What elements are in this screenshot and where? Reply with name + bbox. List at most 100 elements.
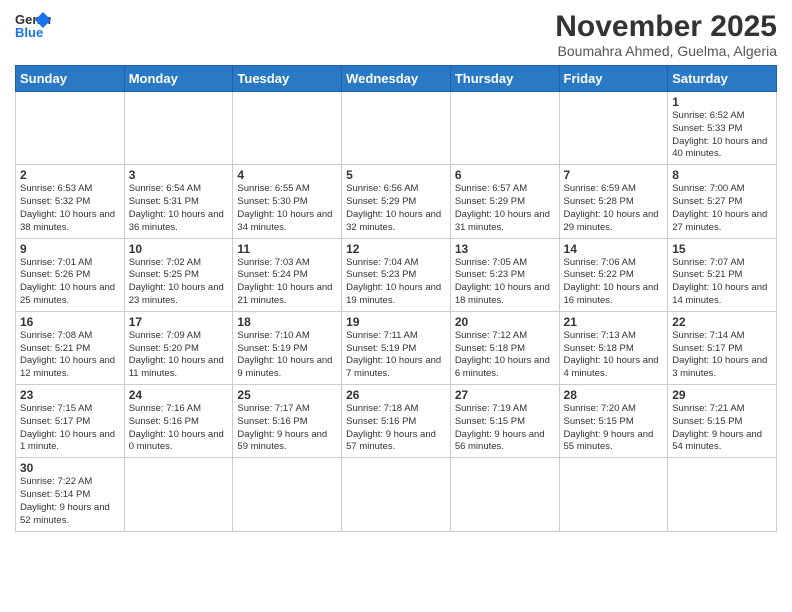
logo: General Blue [15,10,51,40]
calendar-cell: 1Sunrise: 6:52 AM Sunset: 5:33 PM Daylig… [668,92,777,165]
day-number: 24 [129,388,229,402]
day-info: Sunrise: 7:18 AM Sunset: 5:16 PM Dayligh… [346,403,446,454]
calendar-cell: 17Sunrise: 7:09 AM Sunset: 5:20 PM Dayli… [124,311,233,384]
calendar-cell [559,458,668,531]
logo-icon: General Blue [15,10,51,40]
day-number: 13 [455,242,555,256]
calendar-cell: 2Sunrise: 6:53 AM Sunset: 5:32 PM Daylig… [16,165,125,238]
day-number: 8 [672,168,772,182]
day-info: Sunrise: 6:53 AM Sunset: 5:32 PM Dayligh… [20,183,120,234]
calendar-cell: 10Sunrise: 7:02 AM Sunset: 5:25 PM Dayli… [124,238,233,311]
calendar-cell: 27Sunrise: 7:19 AM Sunset: 5:15 PM Dayli… [450,385,559,458]
calendar-week-4: 23Sunrise: 7:15 AM Sunset: 5:17 PM Dayli… [16,385,777,458]
calendar-cell [124,92,233,165]
day-number: 23 [20,388,120,402]
calendar-week-0: 1Sunrise: 6:52 AM Sunset: 5:33 PM Daylig… [16,92,777,165]
day-number: 2 [20,168,120,182]
day-number: 21 [564,315,664,329]
day-info: Sunrise: 6:57 AM Sunset: 5:29 PM Dayligh… [455,183,555,234]
calendar-cell: 7Sunrise: 6:59 AM Sunset: 5:28 PM Daylig… [559,165,668,238]
day-info: Sunrise: 7:03 AM Sunset: 5:24 PM Dayligh… [237,257,337,308]
day-info: Sunrise: 7:14 AM Sunset: 5:17 PM Dayligh… [672,330,772,381]
day-number: 22 [672,315,772,329]
calendar-cell: 8Sunrise: 7:00 AM Sunset: 5:27 PM Daylig… [668,165,777,238]
calendar-cell [668,458,777,531]
calendar-week-1: 2Sunrise: 6:53 AM Sunset: 5:32 PM Daylig… [16,165,777,238]
calendar-cell [124,458,233,531]
calendar-cell: 3Sunrise: 6:54 AM Sunset: 5:31 PM Daylig… [124,165,233,238]
calendar-cell: 26Sunrise: 7:18 AM Sunset: 5:16 PM Dayli… [342,385,451,458]
day-info: Sunrise: 7:22 AM Sunset: 5:14 PM Dayligh… [20,476,120,527]
day-number: 15 [672,242,772,256]
day-header-friday: Friday [559,66,668,92]
calendar-cell: 28Sunrise: 7:20 AM Sunset: 5:15 PM Dayli… [559,385,668,458]
calendar-cell: 21Sunrise: 7:13 AM Sunset: 5:18 PM Dayli… [559,311,668,384]
calendar-cell: 22Sunrise: 7:14 AM Sunset: 5:17 PM Dayli… [668,311,777,384]
title-area: November 2025 Boumahra Ahmed, Guelma, Al… [555,10,777,59]
day-number: 14 [564,242,664,256]
calendar-cell [16,92,125,165]
calendar-week-2: 9Sunrise: 7:01 AM Sunset: 5:26 PM Daylig… [16,238,777,311]
day-info: Sunrise: 7:17 AM Sunset: 5:16 PM Dayligh… [237,403,337,454]
calendar-header-row: SundayMondayTuesdayWednesdayThursdayFrid… [16,66,777,92]
day-info: Sunrise: 7:00 AM Sunset: 5:27 PM Dayligh… [672,183,772,234]
day-number: 25 [237,388,337,402]
calendar-week-5: 30Sunrise: 7:22 AM Sunset: 5:14 PM Dayli… [16,458,777,531]
day-number: 20 [455,315,555,329]
day-number: 9 [20,242,120,256]
calendar-cell: 13Sunrise: 7:05 AM Sunset: 5:23 PM Dayli… [450,238,559,311]
day-number: 29 [672,388,772,402]
day-info: Sunrise: 7:06 AM Sunset: 5:22 PM Dayligh… [564,257,664,308]
calendar-cell: 29Sunrise: 7:21 AM Sunset: 5:15 PM Dayli… [668,385,777,458]
day-info: Sunrise: 6:55 AM Sunset: 5:30 PM Dayligh… [237,183,337,234]
day-info: Sunrise: 6:54 AM Sunset: 5:31 PM Dayligh… [129,183,229,234]
calendar-cell [342,458,451,531]
calendar-cell: 30Sunrise: 7:22 AM Sunset: 5:14 PM Dayli… [16,458,125,531]
calendar-week-3: 16Sunrise: 7:08 AM Sunset: 5:21 PM Dayli… [16,311,777,384]
day-number: 4 [237,168,337,182]
calendar-cell: 6Sunrise: 6:57 AM Sunset: 5:29 PM Daylig… [450,165,559,238]
calendar-cell: 19Sunrise: 7:11 AM Sunset: 5:19 PM Dayli… [342,311,451,384]
calendar-cell: 20Sunrise: 7:12 AM Sunset: 5:18 PM Dayli… [450,311,559,384]
day-info: Sunrise: 7:08 AM Sunset: 5:21 PM Dayligh… [20,330,120,381]
day-header-thursday: Thursday [450,66,559,92]
day-number: 27 [455,388,555,402]
day-header-sunday: Sunday [16,66,125,92]
month-title: November 2025 [555,10,777,43]
page: General Blue November 2025 Boumahra Ahme… [0,0,792,612]
day-header-wednesday: Wednesday [342,66,451,92]
day-number: 16 [20,315,120,329]
day-number: 30 [20,461,120,475]
day-number: 26 [346,388,446,402]
calendar-cell: 14Sunrise: 7:06 AM Sunset: 5:22 PM Dayli… [559,238,668,311]
day-header-tuesday: Tuesday [233,66,342,92]
header: General Blue November 2025 Boumahra Ahme… [15,10,777,59]
day-number: 3 [129,168,229,182]
day-info: Sunrise: 7:04 AM Sunset: 5:23 PM Dayligh… [346,257,446,308]
day-number: 6 [455,168,555,182]
subtitle: Boumahra Ahmed, Guelma, Algeria [555,43,777,59]
calendar-cell [450,92,559,165]
day-number: 5 [346,168,446,182]
calendar-cell: 9Sunrise: 7:01 AM Sunset: 5:26 PM Daylig… [16,238,125,311]
calendar-cell: 24Sunrise: 7:16 AM Sunset: 5:16 PM Dayli… [124,385,233,458]
day-number: 11 [237,242,337,256]
day-info: Sunrise: 7:19 AM Sunset: 5:15 PM Dayligh… [455,403,555,454]
calendar-cell: 15Sunrise: 7:07 AM Sunset: 5:21 PM Dayli… [668,238,777,311]
calendar-cell [233,92,342,165]
day-info: Sunrise: 7:16 AM Sunset: 5:16 PM Dayligh… [129,403,229,454]
calendar-cell [559,92,668,165]
day-info: Sunrise: 7:05 AM Sunset: 5:23 PM Dayligh… [455,257,555,308]
calendar-cell [450,458,559,531]
day-number: 12 [346,242,446,256]
day-info: Sunrise: 6:59 AM Sunset: 5:28 PM Dayligh… [564,183,664,234]
day-info: Sunrise: 7:07 AM Sunset: 5:21 PM Dayligh… [672,257,772,308]
day-info: Sunrise: 7:20 AM Sunset: 5:15 PM Dayligh… [564,403,664,454]
day-info: Sunrise: 7:11 AM Sunset: 5:19 PM Dayligh… [346,330,446,381]
day-header-saturday: Saturday [668,66,777,92]
svg-text:Blue: Blue [15,25,43,40]
day-info: Sunrise: 7:15 AM Sunset: 5:17 PM Dayligh… [20,403,120,454]
day-number: 19 [346,315,446,329]
calendar-cell: 4Sunrise: 6:55 AM Sunset: 5:30 PM Daylig… [233,165,342,238]
day-number: 10 [129,242,229,256]
